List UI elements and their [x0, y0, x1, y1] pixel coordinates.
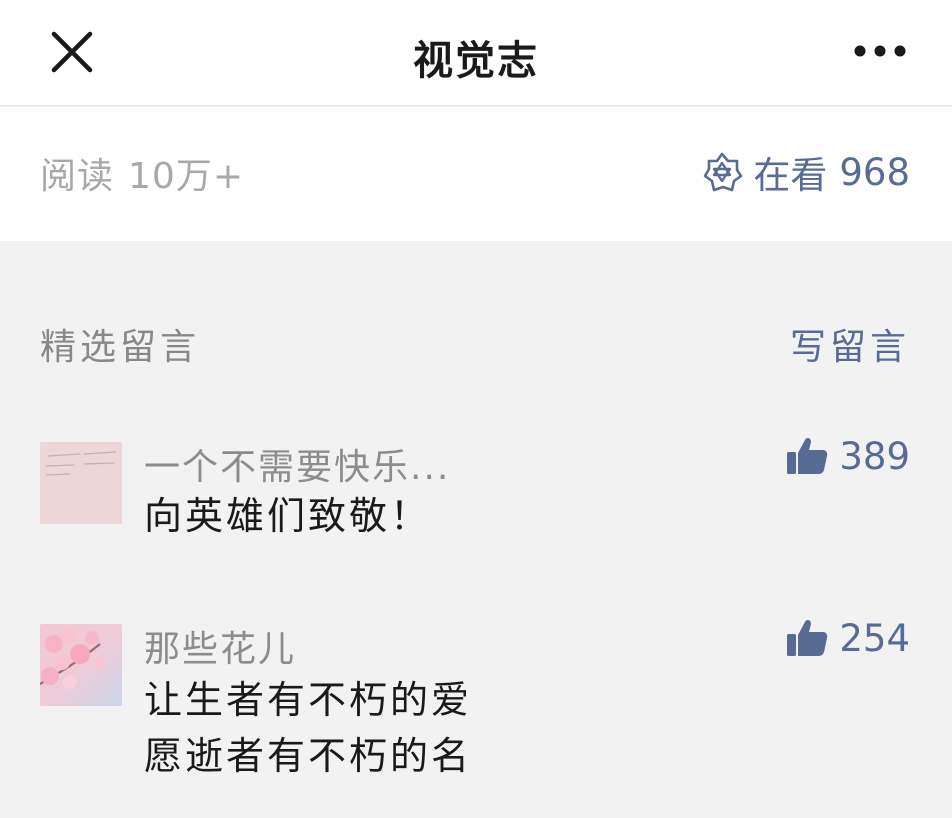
comment-content: 向英雄们致敬！	[144, 488, 431, 544]
write-comment-button[interactable]: 写留言	[790, 318, 910, 370]
read-label: 阅读	[40, 156, 115, 197]
more-dots-icon	[854, 45, 906, 57]
avatar-text-image	[40, 442, 122, 524]
thumbs-up-icon	[787, 437, 828, 474]
featured-comments-title: 精选留言	[40, 327, 201, 368]
comment-nickname: 一个不需要快乐...	[144, 447, 451, 488]
like-count: 254	[839, 616, 910, 660]
comment-line: 让生者有不朽的爱	[144, 678, 473, 722]
watch-value: 968	[839, 150, 910, 194]
avatar-cherry-blossom	[40, 624, 122, 706]
wow-star-icon	[704, 152, 743, 192]
comment-line: 向英雄们致敬！	[144, 494, 432, 538]
article-comments-page: 视觉志 阅读 10万+ 在看 968 精选留言 写留言 一个不需要快乐... 向…	[0, 0, 952, 818]
read-value: 10万+	[128, 156, 244, 197]
avatar[interactable]	[40, 442, 122, 524]
top-bar: 视觉志	[0, 0, 952, 106]
watch-button[interactable]: 在看 968	[701, 145, 910, 199]
page-title: 视觉志	[413, 38, 539, 84]
watch-label: 在看	[753, 154, 828, 197]
thumbs-up-icon	[787, 619, 828, 656]
like-button[interactable]: 254	[785, 616, 910, 660]
like-count: 389	[839, 434, 910, 478]
read-count: 阅读 10万+	[40, 147, 244, 199]
avatar[interactable]	[40, 624, 122, 706]
more-button[interactable]	[850, 36, 910, 66]
stats-bar: 阅读 10万+ 在看 968	[0, 107, 952, 241]
comment-content: 让生者有不朽的爱 愿逝者有不朽的名	[144, 672, 472, 784]
comment-nickname: 那些花儿	[144, 629, 297, 670]
comment-line: 愿逝者有不朽的名	[144, 734, 473, 778]
like-button[interactable]: 389	[785, 434, 910, 478]
